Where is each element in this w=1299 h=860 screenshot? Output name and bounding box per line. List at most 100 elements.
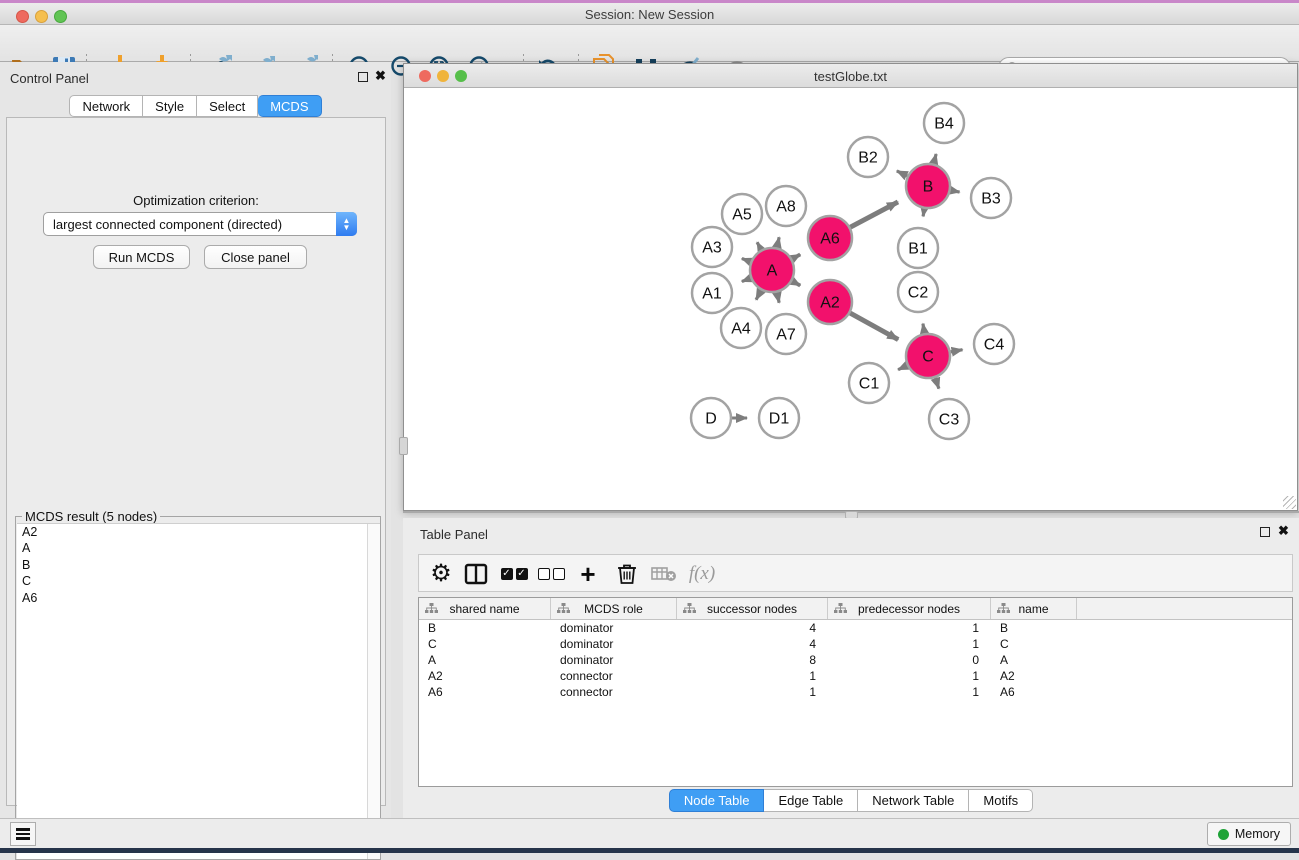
svg-text:A3: A3 bbox=[702, 240, 722, 257]
graph-node-B[interactable]: B bbox=[906, 164, 950, 208]
column-header-name[interactable]: name bbox=[991, 598, 1077, 619]
gear-icon[interactable]: ⚙ bbox=[424, 558, 458, 590]
edge-A-A8[interactable] bbox=[777, 237, 779, 247]
table-row[interactable]: Bdominator41B bbox=[419, 620, 1292, 636]
memory-status-icon bbox=[1218, 829, 1229, 840]
edge-A-A1[interactable] bbox=[742, 278, 751, 281]
graph-node-B3[interactable]: B3 bbox=[971, 178, 1011, 218]
edge-A-A5[interactable] bbox=[757, 242, 761, 250]
tab-select[interactable]: Select bbox=[197, 95, 258, 117]
tab-motifs[interactable]: Motifs bbox=[969, 789, 1033, 812]
graph-node-C[interactable]: C bbox=[906, 334, 950, 378]
close-panel-icon[interactable]: ✖ bbox=[375, 68, 386, 84]
graph-node-A8[interactable]: A8 bbox=[766, 186, 806, 226]
graph-node-A3[interactable]: A3 bbox=[692, 227, 732, 267]
tab-node-table[interactable]: Node Table bbox=[669, 789, 765, 812]
edge-C-C4[interactable] bbox=[951, 350, 963, 352]
edge-B-B4[interactable] bbox=[934, 154, 936, 164]
graph-node-A1[interactable]: A1 bbox=[692, 273, 732, 313]
function-builder-icon[interactable]: f(x) bbox=[685, 558, 719, 590]
edge-A2-C[interactable] bbox=[850, 313, 898, 339]
graph-node-C1[interactable]: C1 bbox=[849, 363, 889, 403]
mcds-result-title: MCDS result (5 nodes) bbox=[22, 509, 160, 524]
column-header-MCDS-role[interactable]: MCDS role bbox=[551, 598, 677, 619]
edge-A-A6[interactable] bbox=[792, 254, 800, 258]
graph-node-A[interactable]: A bbox=[750, 248, 794, 292]
column-type-icon bbox=[683, 603, 696, 614]
tab-network[interactable]: Network bbox=[69, 95, 143, 117]
scrollbar-track[interactable] bbox=[367, 524, 380, 859]
table-cell: dominator bbox=[551, 652, 677, 668]
graph-node-B4[interactable]: B4 bbox=[924, 103, 964, 143]
graph-node-A7[interactable]: A7 bbox=[766, 314, 806, 354]
svg-text:A6: A6 bbox=[820, 231, 840, 248]
table-cell: A2 bbox=[419, 668, 551, 684]
result-item[interactable]: A6 bbox=[17, 590, 380, 607]
edge-B-B3[interactable] bbox=[951, 190, 960, 192]
node-table[interactable]: shared nameMCDS rolesuccessor nodesprede… bbox=[418, 597, 1293, 787]
result-item[interactable]: A bbox=[17, 541, 380, 558]
edge-A-A2[interactable] bbox=[792, 281, 800, 285]
graph-node-C3[interactable]: C3 bbox=[929, 399, 969, 439]
svg-text:A4: A4 bbox=[731, 321, 751, 338]
result-item[interactable]: B bbox=[17, 557, 380, 574]
resize-grip-icon[interactable] bbox=[1283, 496, 1296, 509]
edge-B-B1[interactable] bbox=[923, 209, 924, 217]
edge-C-C1[interactable] bbox=[898, 366, 907, 370]
graph-node-C2[interactable]: C2 bbox=[898, 272, 938, 312]
close-table-panel-icon[interactable]: ✖ bbox=[1278, 523, 1289, 539]
graph-node-B1[interactable]: B1 bbox=[898, 228, 938, 268]
graph-node-A6[interactable]: A6 bbox=[808, 216, 852, 260]
graph-node-A4[interactable]: A4 bbox=[721, 308, 761, 348]
memory-button[interactable]: Memory bbox=[1207, 822, 1291, 846]
split-panel-icon[interactable] bbox=[459, 558, 493, 590]
edge-A-A3[interactable] bbox=[742, 258, 751, 261]
network-canvas[interactable]: A A1 A2 A3 A4 A5 A6 A7 A8 B B1 B2 B3B4 C C1 C2 C3C4 D D1 bbox=[405, 89, 1296, 510]
tab-style[interactable]: Style bbox=[143, 95, 197, 117]
table-row[interactable]: Cdominator41C bbox=[419, 636, 1292, 652]
edge-A-A4[interactable] bbox=[756, 290, 761, 299]
graph-node-D[interactable]: D bbox=[691, 398, 731, 438]
result-item[interactable]: C bbox=[17, 574, 380, 591]
close-panel-button[interactable]: Close panel bbox=[204, 245, 307, 269]
table-cell: 0 bbox=[828, 652, 991, 668]
graph-node-A5[interactable]: A5 bbox=[722, 194, 762, 234]
graph-node-A2[interactable]: A2 bbox=[808, 280, 852, 324]
graph-node-D1[interactable]: D1 bbox=[759, 398, 799, 438]
svg-text:B2: B2 bbox=[858, 150, 878, 167]
panel-splitter-handle[interactable] bbox=[399, 437, 408, 455]
edge-A6-B[interactable] bbox=[850, 202, 898, 227]
svg-text:B: B bbox=[923, 179, 934, 196]
column-header-shared-name[interactable]: shared name bbox=[419, 598, 551, 619]
column-header-successor-nodes[interactable]: successor nodes bbox=[677, 598, 828, 619]
table-row[interactable]: Adominator80A bbox=[419, 652, 1292, 668]
table-cell: 1 bbox=[828, 684, 991, 700]
float-table-panel-icon[interactable] bbox=[1260, 527, 1270, 537]
edge-C-C3[interactable] bbox=[935, 378, 939, 389]
mcds-result-list[interactable]: A2ABCA6 bbox=[17, 523, 380, 859]
tab-mcds[interactable]: MCDS bbox=[258, 95, 321, 117]
edge-C-C2[interactable] bbox=[923, 324, 925, 334]
column-type-icon bbox=[997, 603, 1010, 614]
edge-A-A7[interactable] bbox=[777, 292, 779, 302]
column-header-predecessor-nodes[interactable]: predecessor nodes bbox=[828, 598, 991, 619]
add-column-icon[interactable]: + bbox=[571, 558, 605, 590]
result-item[interactable]: A2 bbox=[17, 524, 380, 541]
svg-text:C2: C2 bbox=[908, 285, 929, 302]
table-row[interactable]: A6connector11A6 bbox=[419, 684, 1292, 700]
float-panel-icon[interactable] bbox=[358, 72, 368, 82]
graph-node-B2[interactable]: B2 bbox=[848, 137, 888, 177]
run-mcds-button[interactable]: Run MCDS bbox=[93, 245, 190, 269]
graph-node-C4[interactable]: C4 bbox=[974, 324, 1014, 364]
task-history-button[interactable] bbox=[10, 822, 36, 846]
tab-edge-table[interactable]: Edge Table bbox=[764, 789, 858, 812]
delete-table-icon[interactable] bbox=[647, 558, 681, 590]
table-cell: connector bbox=[551, 668, 677, 684]
table-row[interactable]: A2connector11A2 bbox=[419, 668, 1292, 684]
select-all-icon[interactable]: ✓✓ bbox=[497, 558, 531, 590]
delete-column-icon[interactable] bbox=[610, 558, 644, 590]
edge-B-B2[interactable] bbox=[897, 171, 907, 176]
optimization-criterion-select[interactable]: largest connected component (directed) ▲… bbox=[43, 212, 357, 236]
tab-network-table[interactable]: Network Table bbox=[858, 789, 969, 812]
deselect-all-icon[interactable] bbox=[534, 558, 568, 590]
